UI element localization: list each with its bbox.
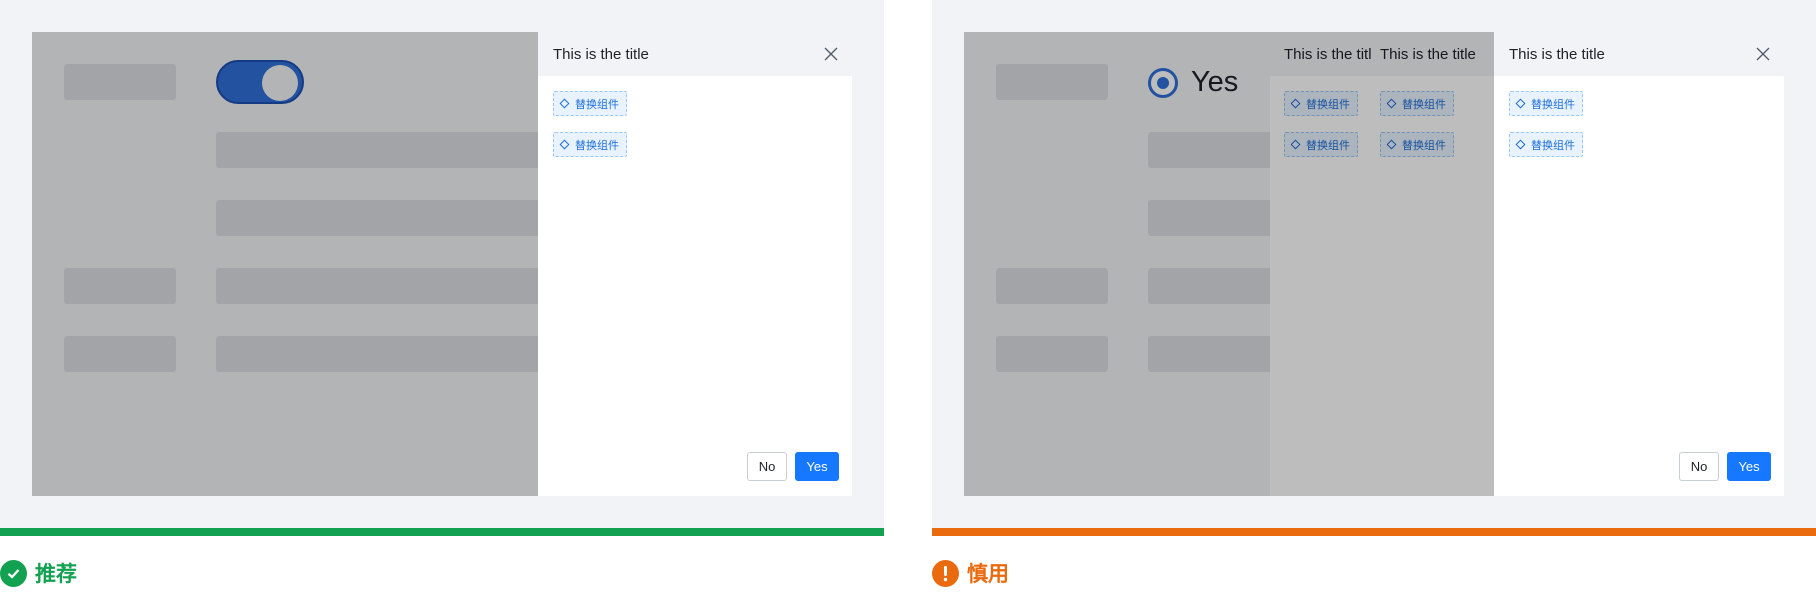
caution-verdict: 慎用: [932, 558, 1009, 588]
recommended-verdict: 推荐: [0, 558, 77, 588]
yes-button[interactable]: Yes: [1727, 452, 1771, 481]
replace-component-chip[interactable]: 替换组件: [1509, 132, 1583, 157]
no-button[interactable]: No: [747, 452, 787, 481]
no-button[interactable]: No: [1679, 452, 1719, 481]
drawer-header: This is the title: [538, 32, 852, 76]
drawer-header: This is the title: [1494, 32, 1784, 76]
diamond-icon: [1386, 98, 1397, 109]
replace-component-chip[interactable]: 替换组件: [1284, 132, 1358, 157]
stacked-drawer: This is the title 替换组件 替换组件: [1270, 32, 1372, 496]
diamond-icon: [1290, 98, 1301, 109]
yes-button[interactable]: Yes: [795, 452, 839, 481]
drawer-mask[interactable]: [32, 32, 538, 496]
exclamation-circle-icon: [932, 559, 959, 587]
diamond-icon: [1290, 139, 1301, 150]
example-screen: Yes This is the title 替换组件 替换组件 This is …: [964, 32, 1784, 496]
diamond-icon: [559, 139, 570, 150]
close-icon[interactable]: [1756, 47, 1770, 61]
stacked-drawer: This is the title 替换组件 替换组件: [1372, 32, 1494, 496]
diamond-icon: [559, 98, 570, 109]
drawer: This is the title 替换组件 替换组件 No Yes: [1494, 32, 1784, 496]
drawer-mask[interactable]: [964, 32, 1270, 496]
drawer-title: This is the title: [1509, 45, 1605, 63]
replace-component-chip[interactable]: 替换组件: [1380, 132, 1454, 157]
verdict-label: 慎用: [967, 563, 1009, 586]
replace-component-chip[interactable]: 替换组件: [553, 91, 627, 116]
diamond-icon: [1386, 139, 1397, 150]
diamond-icon: [1515, 98, 1526, 109]
replace-component-chip[interactable]: 替换组件: [1509, 91, 1583, 116]
example-screen: This is the title 替换组件 替换组件 No Yes: [32, 32, 852, 496]
close-icon[interactable]: [824, 47, 838, 61]
drawer-title: This is the title: [1284, 45, 1372, 63]
recommended-example-panel: This is the title 替换组件 替换组件 No Yes: [0, 0, 884, 530]
replace-component-chip[interactable]: 替换组件: [1284, 91, 1358, 116]
drawer-header: This is the title: [1372, 32, 1494, 76]
drawer: This is the title 替换组件 替换组件 No Yes: [538, 32, 852, 496]
caution-example-panel: Yes This is the title 替换组件 替换组件 This is …: [932, 0, 1816, 530]
diamond-icon: [1515, 139, 1526, 150]
check-circle-icon: [0, 559, 27, 587]
drawer-title: This is the title: [1380, 45, 1476, 63]
replace-component-chip[interactable]: 替换组件: [1380, 91, 1454, 116]
verdict-label: 推荐: [35, 563, 77, 586]
drawer-title: This is the title: [553, 45, 649, 63]
replace-component-chip[interactable]: 替换组件: [553, 132, 627, 157]
caution-bar: [932, 528, 1816, 536]
recommended-bar: [0, 528, 884, 536]
drawer-header: This is the title: [1270, 32, 1372, 76]
